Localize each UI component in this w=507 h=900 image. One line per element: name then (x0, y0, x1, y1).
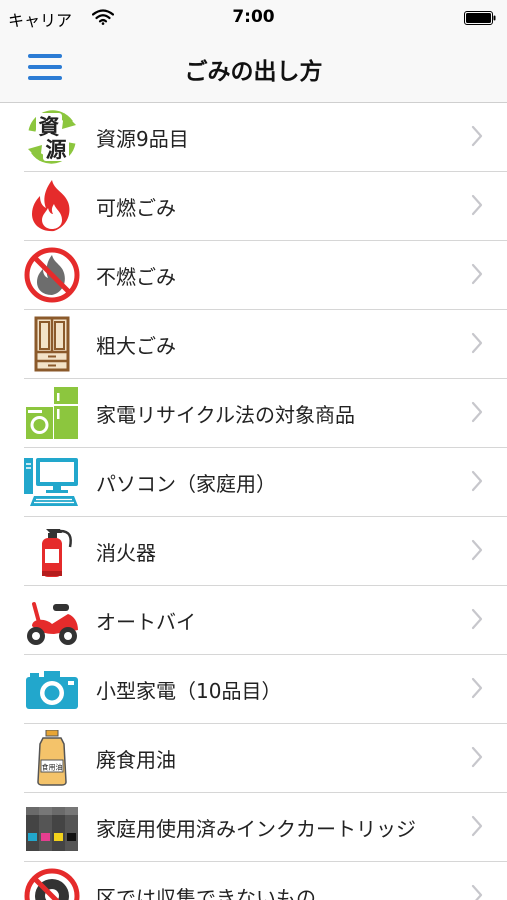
chevron-right-icon (471, 332, 483, 354)
list-item-personal-computer[interactable]: パソコン（家庭用） (0, 448, 507, 517)
list-item-label: 廃食用油 (96, 748, 176, 772)
list-item-non-burnable[interactable]: 不燃ごみ (0, 241, 507, 310)
status-bar: キャリア 7:00 (0, 0, 507, 36)
list-item-used-cooking-oil[interactable]: 食用油 廃食用油 (0, 724, 507, 793)
chevron-right-icon (471, 539, 483, 561)
list-item-small-appliances[interactable]: 小型家電（10品目） (0, 655, 507, 724)
motorcycle-icon (24, 592, 80, 648)
list-item-label: 資源9品目 (96, 127, 189, 151)
list-item-ink-cartridges[interactable]: 家庭用使用済みインクカートリッジ (0, 793, 507, 862)
chevron-right-icon (471, 263, 483, 285)
screen: キャリア 7:00 ごみの出し方 資 源 資源9品目 可燃ごみ 不燃ごみ 粗大ご… (0, 0, 507, 900)
garbage-category-list: 資 源 資源9品目 可燃ごみ 不燃ごみ 粗大ごみ 家電リサイクル法の対象商品 パ… (0, 103, 507, 900)
list-item-oversized[interactable]: 粗大ごみ (0, 310, 507, 379)
list-item-label: 小型家電（10品目） (96, 679, 282, 703)
list-item-label: 家庭用使用済みインクカートリッジ (96, 817, 416, 841)
computer-icon (24, 454, 80, 510)
ink-cartridge-icon (24, 799, 80, 855)
fire-extinguisher-icon (24, 523, 80, 579)
chevron-right-icon (471, 401, 483, 423)
cooking-oil-icon: 食用油 (24, 730, 80, 786)
chevron-right-icon (471, 677, 483, 699)
resource-char-2: 源 (46, 138, 67, 162)
list-item-label: 区では収集できないもの (96, 886, 316, 900)
non-burnable-icon (24, 247, 80, 303)
cabinet-icon (24, 316, 80, 372)
resource-recycle-icon: 資 源 (24, 109, 80, 165)
tire-icon (24, 868, 80, 900)
page-title: ごみの出し方 (184, 59, 323, 85)
list-item-label: 家電リサイクル法の対象商品 (96, 403, 355, 427)
appliance-icon (24, 385, 80, 441)
status-time: 7:00 (232, 7, 275, 27)
chevron-right-icon (471, 815, 483, 837)
list-item-label: 不燃ごみ (96, 265, 176, 289)
chevron-right-icon (471, 746, 483, 768)
list-item-resources[interactable]: 資 源 資源9品目 (0, 103, 507, 172)
list-item-not-collected[interactable]: 区では収集できないもの (0, 862, 507, 900)
list-item-label: パソコン（家庭用） (96, 472, 276, 496)
chevron-right-icon (471, 194, 483, 216)
camera-icon (24, 661, 80, 717)
oil-bottle-label: 食用油 (42, 763, 63, 772)
list-item-label: 粗大ごみ (96, 334, 176, 358)
resource-char-1: 資 (39, 115, 60, 139)
list-item-label: 消火器 (96, 541, 156, 565)
chevron-right-icon (471, 884, 483, 900)
chevron-right-icon (471, 470, 483, 492)
list-item-appliance-recycling[interactable]: 家電リサイクル法の対象商品 (0, 379, 507, 448)
list-item-label: 可燃ごみ (96, 196, 176, 220)
battery-icon (464, 11, 496, 25)
list-item-burnable[interactable]: 可燃ごみ (0, 172, 507, 241)
navigation-bar: ごみの出し方 (0, 36, 507, 103)
list-item-label: オートバイ (96, 610, 196, 634)
list-item-fire-extinguisher[interactable]: 消火器 (0, 517, 507, 586)
list-item-motorcycle[interactable]: オートバイ (0, 586, 507, 655)
burnable-flame-icon (24, 178, 80, 234)
chevron-right-icon (471, 608, 483, 630)
chevron-right-icon (471, 125, 483, 147)
